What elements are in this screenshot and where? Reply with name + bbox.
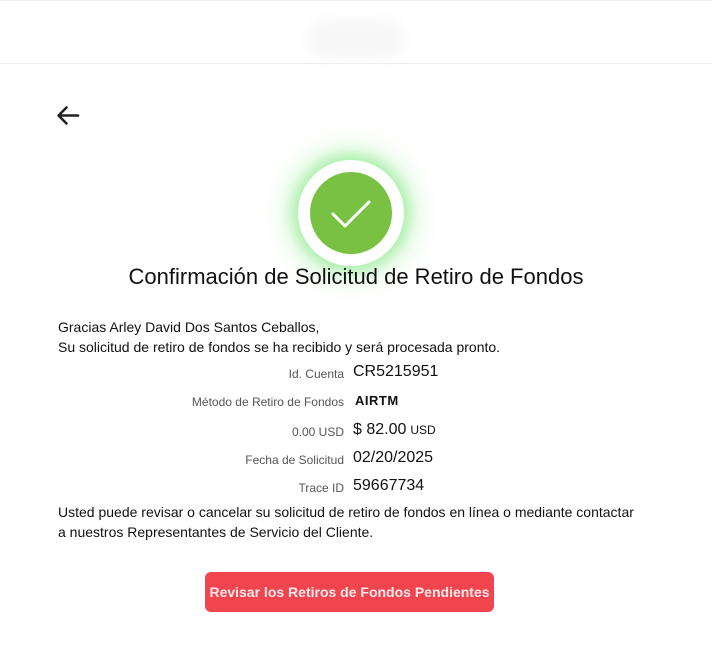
back-button[interactable] — [52, 100, 84, 132]
note-line-1: Usted puede revisar o cancelar su solici… — [58, 504, 634, 520]
airtm-logo-text: AIRTM — [355, 393, 399, 407]
arrow-left-icon — [57, 106, 80, 125]
account-label: Id. Cuenta — [288, 367, 344, 381]
amount-row: 0.00 USD $ 82.00 USD — [0, 420, 712, 444]
top-bar-logo-placeholder — [308, 19, 404, 59]
trace-row: Trace ID 59667734 — [0, 476, 712, 500]
method-label: Método de Retiro de Fondos — [191, 395, 344, 409]
success-badge — [298, 160, 404, 266]
trace-label: Trace ID — [298, 481, 344, 495]
greeting-line-2: Su solicitud de retiro de fondos se ha r… — [58, 339, 501, 355]
trace-value: 59667734 — [353, 477, 425, 494]
amount-currency: USD — [410, 423, 436, 437]
date-value: 02/20/2025 — [353, 449, 434, 466]
info-note: Usted puede revisar o cancelar su solici… — [58, 502, 658, 542]
date-row: Fecha de Solicitud 02/20/2025 — [0, 448, 712, 472]
date-label: Fecha de Solicitud — [245, 453, 344, 467]
review-pending-withdrawals-button[interactable]: Revisar los Retiros de Fondos Pendientes — [205, 572, 494, 612]
amount-value-wrap: $ 82.00 USD — [353, 421, 436, 439]
success-circle — [310, 172, 392, 254]
greeting-message: Gracias Arley David Dos Santos Ceballos,… — [58, 317, 500, 357]
top-bar — [0, 0, 712, 64]
account-value: CR5215951 — [353, 363, 439, 380]
greeting-line-1: Gracias Arley David Dos Santos Ceballos, — [58, 319, 320, 335]
method-row: Método de Retiro de Fondos AIRTM — [0, 390, 712, 414]
airtm-logo: AIRTM — [355, 393, 399, 407]
amount-value: $ 82.00 — [353, 421, 407, 438]
page-title: Confirmación de Solicitud de Retiro de F… — [128, 264, 584, 289]
account-row: Id. Cuenta CR5215951 — [0, 362, 712, 386]
check-icon — [331, 200, 371, 228]
amount-label: 0.00 USD — [291, 425, 344, 439]
note-line-2: a nuestros Representantes de Servicio de… — [58, 524, 374, 540]
